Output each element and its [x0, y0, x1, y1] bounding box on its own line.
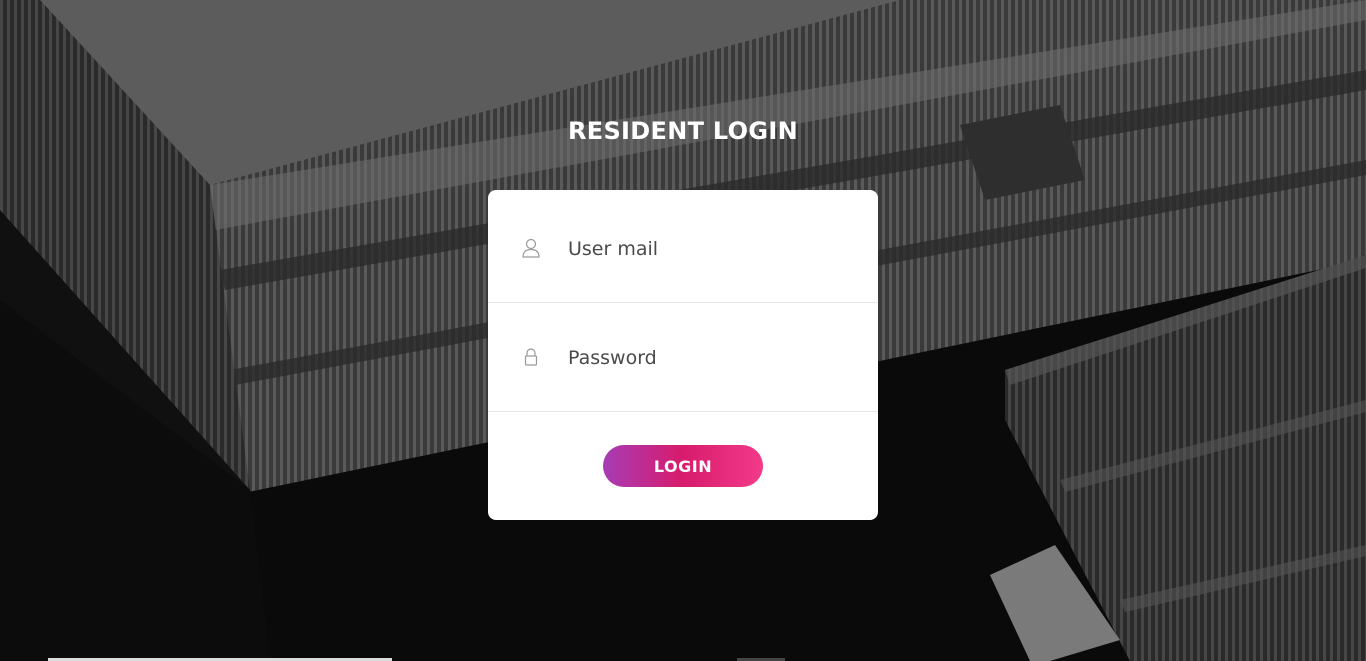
email-row [488, 194, 878, 303]
email-field[interactable] [568, 232, 848, 266]
password-field[interactable] [568, 341, 848, 375]
login-button[interactable]: LOGIN [603, 445, 763, 487]
login-card: LOGIN [488, 190, 878, 520]
password-row [488, 303, 878, 412]
lock-icon [524, 348, 538, 366]
user-icon [522, 238, 540, 258]
page-title: RESIDENT LOGIN [568, 117, 798, 145]
